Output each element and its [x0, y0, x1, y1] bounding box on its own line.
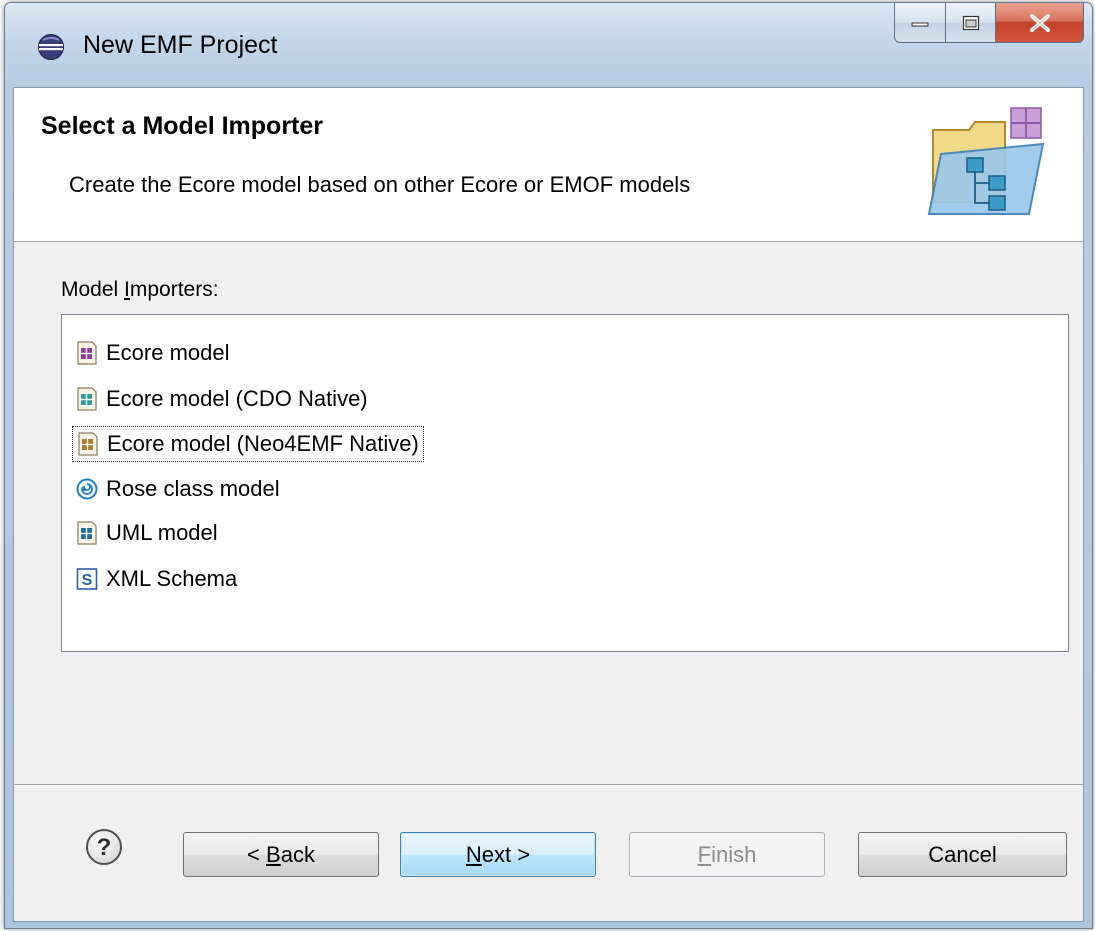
minimize-button[interactable]	[894, 3, 946, 43]
next-label-post: ext >	[481, 841, 531, 867]
back-button[interactable]: < Back	[183, 832, 379, 877]
ecore-cdo-icon	[77, 387, 97, 411]
xml-schema-icon: S	[76, 568, 98, 590]
wizard-banner: Select a Model Importer Create the Ecore…	[14, 88, 1083, 242]
list-item-label: Rose class model	[106, 476, 280, 501]
cancel-button[interactable]: Cancel	[858, 832, 1067, 877]
list-item-label: XML Schema	[106, 566, 238, 591]
maximize-button[interactable]	[946, 3, 996, 43]
list-item-xml-schema[interactable]: S XML Schema	[72, 561, 241, 597]
list-item-ecore-cdo[interactable]: Ecore model (CDO Native)	[72, 381, 372, 417]
back-label-mnemonic: B	[266, 841, 281, 867]
window-controls	[894, 3, 1084, 43]
list-item-label: UML model	[106, 520, 218, 545]
back-label-pre: <	[247, 841, 267, 867]
back-label-post: ack	[280, 841, 315, 867]
page-title: Select a Model Importer	[41, 112, 324, 140]
page-description: Create the Ecore model based on other Ec…	[69, 172, 691, 197]
close-icon	[1029, 13, 1050, 32]
uml-icon	[77, 521, 97, 545]
list-item-label: Ecore model	[106, 340, 230, 365]
eclipse-icon	[38, 34, 64, 60]
window-title: New EMF Project	[83, 31, 278, 59]
maximize-icon	[962, 15, 979, 30]
list-item-ecore-model[interactable]: Ecore model	[72, 335, 234, 371]
rose-icon	[76, 478, 98, 500]
finish-button[interactable]: Finish	[629, 832, 825, 877]
minimize-icon	[911, 22, 929, 26]
dialog-content: Select a Model Importer Create the Ecore…	[13, 87, 1084, 922]
list-item-ecore-neo4emf[interactable]: Ecore model (Neo4EMF Native)	[72, 426, 424, 462]
dialog-window: New EMF Project Select a Model Importer …	[4, 2, 1093, 929]
ecore-icon	[77, 341, 97, 365]
footer-separator	[14, 784, 1083, 786]
cancel-label: Cancel	[928, 841, 997, 867]
list-item-label: Ecore model (Neo4EMF Native)	[107, 431, 419, 456]
list-item-label: Ecore model (CDO Native)	[106, 386, 368, 411]
close-button[interactable]	[996, 3, 1084, 43]
title-bar[interactable]: New EMF Project	[5, 3, 1092, 87]
svg-text:S: S	[82, 572, 93, 589]
list-item-uml-model[interactable]: UML model	[72, 515, 222, 551]
list-item-rose-class-model[interactable]: Rose class model	[72, 471, 284, 507]
importers-list[interactable]: Ecore model Ecore model (CDO Native) Eco…	[61, 314, 1069, 652]
ecore-neo4emf-icon	[78, 432, 98, 456]
finish-label-post: inish	[711, 841, 757, 867]
next-label-mnemonic: N	[465, 841, 482, 867]
next-button[interactable]: Next >	[400, 832, 596, 877]
svg-text:?: ?	[97, 834, 112, 861]
help-icon[interactable]: ?	[85, 828, 123, 866]
finish-label-mnemonic: F	[697, 841, 712, 867]
importers-label: Model Importers:	[61, 278, 219, 301]
model-folder-icon	[927, 107, 1045, 215]
